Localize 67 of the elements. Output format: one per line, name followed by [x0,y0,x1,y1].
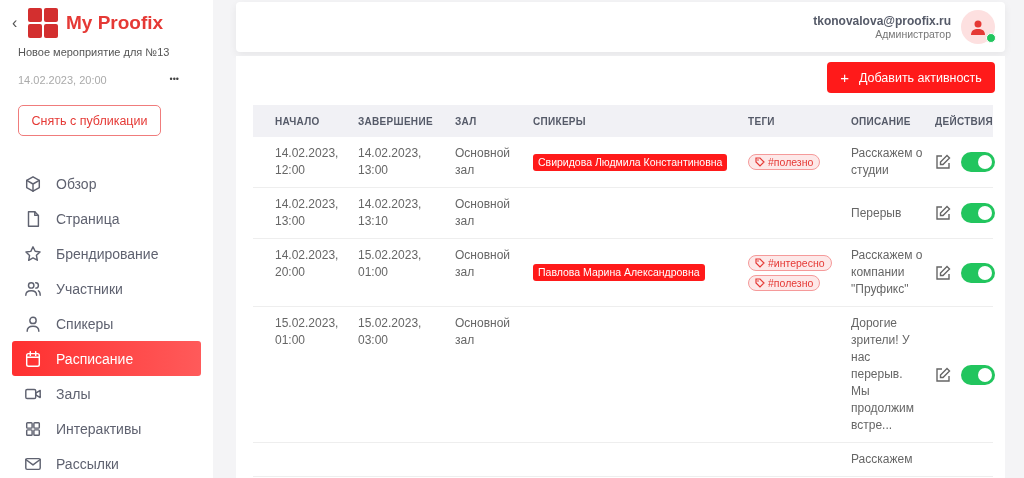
nav-item[interactable]: Залы [12,376,201,411]
end-cell: 14.02.2023, 13:00 [358,146,422,177]
nav-item[interactable]: Интерактивы [12,411,201,446]
column-header: ОПИСАНИЕ [851,115,912,127]
nav-item[interactable]: Брендирование [12,236,201,271]
grid-icon [24,419,42,438]
speaker-badge: Павлова Марина Александровна [533,264,705,281]
hall-cell: Основной зал [455,197,510,228]
cube-icon [24,174,42,193]
toggle-switch[interactable] [961,262,995,283]
description-cell: Расскажем о компании "Пруфикс" [851,248,923,296]
end-cell: 14.02.2023, 13:10 [358,197,422,228]
nav-item[interactable]: Участники [12,271,201,306]
more-button[interactable]: ••• [169,74,179,86]
users-icon [24,279,42,298]
column-header: ЗАЛ [455,115,478,127]
edit-icon[interactable] [935,264,951,281]
nav-item[interactable]: Обзор [12,166,201,201]
back-link[interactable]: ‹ [12,14,20,32]
user-icon [24,314,42,333]
start-cell: 14.02.2023, 12:00 [275,146,339,177]
logo-icon [28,8,58,38]
toggle-switch[interactable] [961,364,995,385]
nav-item[interactable]: Рассылки [12,446,201,478]
tag-badge: #полезно [748,154,821,170]
nav-item[interactable]: Спикеры [12,306,201,341]
edit-icon[interactable] [935,366,951,383]
description-cell: Расскажем о студии [851,146,923,177]
logo-text: My Proofix [66,12,164,34]
column-header: СПИКЕРЫ [533,115,587,127]
start-cell: 14.02.2023, 20:00 [275,248,339,279]
tag-badge: #полезно [748,274,821,291]
user-email: tkonovalova@proofix.ru [813,14,951,28]
edit-icon[interactable] [935,205,951,221]
start-cell: 14.02.2023, 13:00 [275,197,339,228]
column-header: НАЧАЛО [275,115,321,127]
tag-icon [755,277,765,288]
column-header: ТЕГИ [748,115,776,127]
start-cell: 15.02.2023, 01:00 [275,316,339,347]
end-cell: 15.02.2023, 01:00 [358,248,422,279]
description-cell: Расскажем [851,452,913,466]
tag-badge: #интересно [748,254,832,271]
toggle-switch[interactable] [961,203,995,223]
event-title: Новое мероприятие для №13 [18,46,171,58]
description-cell: Дорогие зрители! У нас перерыв. Мы продолжим встре... [851,316,914,432]
tag-icon [755,257,765,268]
nav-item[interactable]: Расписание [12,341,201,376]
edit-icon[interactable] [935,154,951,170]
avatar[interactable] [961,10,995,44]
column-header: ЗАВЕРШЕНИЕ [358,115,434,127]
description-cell: Перерыв [851,205,902,220]
tag-icon [755,157,765,167]
nav-item[interactable]: Страница [12,201,201,236]
user-icon [970,19,986,35]
add-activity-button[interactable]: + Добавить активность [827,62,995,93]
user-role: Администратор [874,28,951,40]
column-header: ДЕЙСТВИЯ [935,115,995,127]
calendar-icon [24,349,42,368]
hall-cell: Основной зал [455,316,510,347]
hall-cell: Основной зал [455,248,510,279]
end-cell: 15.02.2023, 03:00 [358,316,422,347]
speaker-badge: Свиридова Людмила Константиновна [533,153,728,171]
unpublish-button[interactable]: Снять с публикации [18,105,161,136]
event-date: 14.02.2023, 20:00 [18,74,107,86]
toggle-switch[interactable] [961,152,995,172]
hall-cell: Основной зал [455,146,510,177]
star-icon [24,244,42,263]
